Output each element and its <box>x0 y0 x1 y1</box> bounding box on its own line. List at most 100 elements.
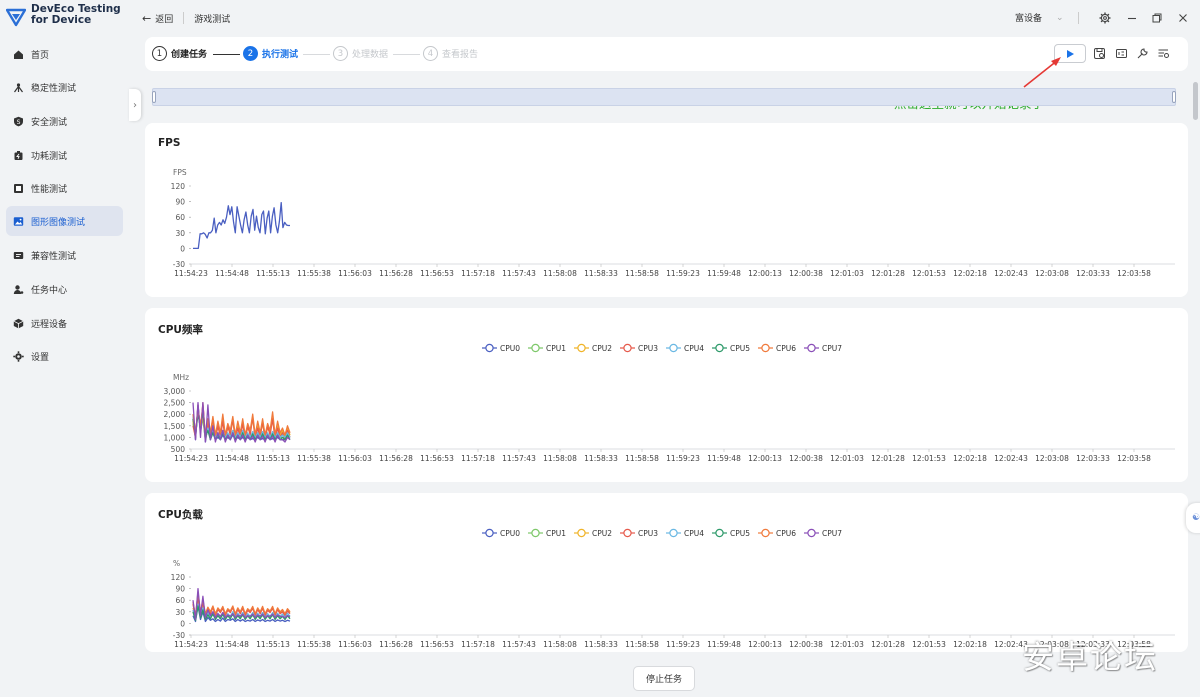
sidebar-item[interactable]: 兼容性测试 <box>6 240 123 270</box>
legend-item[interactable]: CPU4 <box>666 528 704 538</box>
x-tick-label: 12:01:03 <box>830 640 864 649</box>
legend-item[interactable]: CPU6 <box>758 343 796 353</box>
timeline-end-handle[interactable] <box>1172 91 1176 103</box>
legend-item[interactable]: CPU2 <box>574 343 612 353</box>
y-tick-label: 2,000 <box>164 410 186 419</box>
step-view-report: 4 查看报告 <box>423 46 478 61</box>
list-settings-icon[interactable] <box>1156 46 1171 61</box>
series-line-fps <box>193 201 290 250</box>
legend-marker <box>807 528 816 538</box>
x-tick-label: 11:54:48 <box>215 454 249 463</box>
legend-item[interactable]: CPU2 <box>574 528 612 538</box>
y-tick-label: 120 <box>171 573 186 582</box>
svg-text:S: S <box>17 118 21 125</box>
floating-assistant-tab[interactable]: ☯ <box>1186 503 1200 533</box>
cpu-load-chart-card: CPU负载 % 120 90 60 30 0 -30 11:54:23 11:54:48 11:5… <box>145 493 1188 652</box>
settings-gear-icon[interactable] <box>1097 10 1113 26</box>
sidebar-item[interactable]: 图形图像测试 <box>6 206 123 236</box>
arrow-left-icon: ← <box>142 11 152 25</box>
legend-marker <box>485 528 494 538</box>
y-tick-label: 90 <box>175 585 185 594</box>
sidebar-item[interactable]: S 安全测试 <box>6 106 123 136</box>
screen-icon[interactable] <box>1114 46 1129 61</box>
page-title: 游戏测试 <box>194 14 231 25</box>
legend-item[interactable]: CPU1 <box>528 528 566 538</box>
restore-window-icon[interactable] <box>1149 10 1165 26</box>
step-connector <box>393 54 420 55</box>
legend-label: CPU4 <box>684 529 704 538</box>
legend-item[interactable]: CPU1 <box>528 343 566 353</box>
legend-label: CPU5 <box>730 529 750 538</box>
legend-item[interactable]: CPU3 <box>620 528 658 538</box>
sidebar-collapse-toggle[interactable]: › <box>129 89 141 121</box>
legend-marker <box>669 343 678 353</box>
x-tick-label: 12:02:18 <box>953 269 987 278</box>
x-tick-label: 12:01:53 <box>912 454 946 463</box>
legend-marker <box>577 343 586 353</box>
sidebar-item-label: 功耗测试 <box>31 151 68 162</box>
fps-chart-card: FPS FPS 120 90 60 30 0 -30 11:54:23 11:54:48 11:5… <box>145 123 1188 297</box>
minimize-icon[interactable] <box>1124 10 1140 26</box>
y-tick-label: 1,500 <box>164 422 186 431</box>
sidebar-item[interactable]: 设置 <box>6 341 123 371</box>
close-icon[interactable] <box>1175 10 1191 26</box>
step-connector <box>303 54 330 55</box>
sidebar-item[interactable]: 远程设备 <box>6 308 123 338</box>
sidebar-item[interactable]: 功耗测试 <box>6 140 123 170</box>
performance-icon <box>13 183 24 194</box>
remote-device-icon <box>13 318 24 329</box>
x-tick-label: 11:58:08 <box>543 269 577 278</box>
legend-marker <box>715 528 724 538</box>
x-tick-label: 11:56:03 <box>338 269 372 278</box>
legend-item[interactable]: CPU7 <box>804 343 842 353</box>
legend-item[interactable]: CPU4 <box>666 343 704 353</box>
x-tick-label: 11:58:58 <box>625 454 659 463</box>
y-axis-unit: % <box>173 559 180 568</box>
x-tick-label: 12:00:13 <box>748 640 782 649</box>
x-tick-label: 11:58:58 <box>625 640 659 649</box>
x-tick-label: 11:59:23 <box>666 454 700 463</box>
legend-item[interactable]: CPU0 <box>482 343 520 353</box>
x-tick-label: 12:03:33 <box>1076 454 1110 463</box>
x-tick-label: 12:01:28 <box>871 640 905 649</box>
x-tick-label: 12:03:33 <box>1076 269 1110 278</box>
legend-item[interactable]: CPU5 <box>712 528 750 538</box>
deveco-logo-icon <box>6 8 26 27</box>
legend-label: CPU0 <box>500 344 520 353</box>
legend-item[interactable]: CPU7 <box>804 528 842 538</box>
legend-marker <box>761 343 770 353</box>
save-icon[interactable] <box>1092 46 1107 61</box>
timeline-start-handle[interactable] <box>152 91 156 103</box>
sidebar-item[interactable]: 首页 <box>6 39 123 69</box>
sidebar-item[interactable]: 性能测试 <box>6 173 123 203</box>
legend-item[interactable]: CPU6 <box>758 528 796 538</box>
y-tick-label: 120 <box>171 182 186 191</box>
legend-marker <box>623 528 632 538</box>
sidebar-item-label: 设置 <box>31 352 50 363</box>
x-tick-label: 11:54:23 <box>174 269 208 278</box>
legend-marker <box>761 528 770 538</box>
y-tick-label: 30 <box>175 229 185 238</box>
y-tick-label: 1,000 <box>164 433 186 442</box>
x-tick-label: 11:57:43 <box>502 269 536 278</box>
annotation-arrow-icon <box>1023 57 1061 88</box>
sidebar-item-label: 稳定性测试 <box>31 83 77 94</box>
back-button[interactable]: ← 返回 <box>142 12 173 25</box>
x-tick-label: 12:00:38 <box>789 454 823 463</box>
x-tick-label: 11:54:48 <box>215 640 249 649</box>
legend-item[interactable]: CPU0 <box>482 528 520 538</box>
legend-label: CPU6 <box>776 344 796 353</box>
sidebar-item[interactable]: 任务中心 <box>6 274 123 304</box>
stop-task-button[interactable]: 停止任务 <box>633 666 695 691</box>
legend-item[interactable]: CPU5 <box>712 343 750 353</box>
x-tick-label: 12:02:18 <box>953 640 987 649</box>
x-tick-label: 11:55:38 <box>297 454 331 463</box>
sidebar-item[interactable]: 稳定性测试 <box>6 72 123 102</box>
legend-item[interactable]: CPU3 <box>620 343 658 353</box>
scrollbar-thumb[interactable] <box>1193 82 1198 120</box>
timeline-range-slider[interactable] <box>152 88 1176 106</box>
device-select[interactable]: 富设备 ⌄ <box>1015 11 1064 25</box>
y-tick-label: 500 <box>171 445 186 454</box>
sidebar-item-label: 首页 <box>31 50 50 61</box>
wrench-icon[interactable] <box>1135 46 1150 61</box>
